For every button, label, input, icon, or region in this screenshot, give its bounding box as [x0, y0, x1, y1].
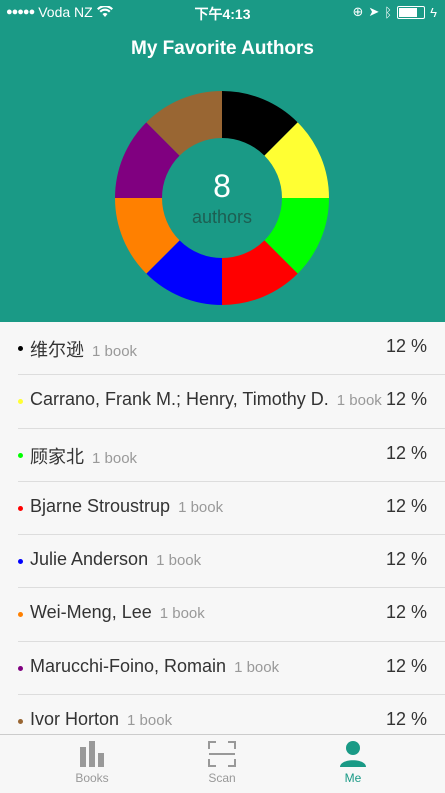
author-name: Wei-Meng, Lee [30, 602, 152, 623]
author-book-count: 1 book [178, 498, 224, 516]
author-color-dot [18, 719, 23, 725]
author-row[interactable]: Carrano, Frank M.; Henry, Timothy D. 1 bo… [18, 375, 445, 429]
author-percentage: 12 % [385, 549, 427, 570]
author-name: 维尔逊 [30, 340, 84, 360]
charging-icon: ϟ [430, 4, 437, 20]
bluetooth-icon: ᛒ [384, 4, 393, 20]
orientation-lock-icon: ⊕ [352, 4, 364, 19]
author-name: Julie Anderson [30, 549, 149, 570]
author-row[interactable]: 顾家北 1 book 12 % [18, 429, 445, 482]
location-icon: ➤ [368, 4, 380, 19]
tab-me[interactable]: Me [303, 741, 403, 785]
author-row[interactable]: Wei-Meng, Lee 1 book 12 % [18, 588, 445, 642]
author-name: Marucchi-Foino, Romain [30, 655, 227, 676]
battery-fill [399, 7, 418, 17]
battery-icon [397, 5, 426, 19]
authors-count: 8 [213, 168, 231, 204]
author-percentage: 12 % [385, 495, 427, 516]
author-color-dot [18, 505, 23, 511]
tab-books-label: Books [75, 771, 109, 785]
author-book-count: 1 book [234, 658, 280, 676]
bar-chart-icon [80, 741, 104, 767]
status-bar: ●●●●● Voda NZ 下午4:13 ⊕ ➤ ᛒ ϟ [0, 0, 445, 26]
page-title: My Favorite Authors [131, 38, 314, 59]
author-name-line: Wei-Meng, Lee 1 book [30, 602, 205, 623]
status-right: ⊕ ➤ ᛒ ϟ [352, 4, 437, 20]
author-row[interactable]: 维尔逊 1 book 12 % [18, 322, 445, 376]
tab-me-label: Me [344, 771, 362, 785]
author-book-count: 1 book [92, 343, 138, 360]
author-percentage: 12 % [385, 389, 427, 410]
author-name-line: Marucchi-Foino, Romain 1 book [30, 656, 279, 677]
authors-count-label: authors [191, 207, 253, 227]
author-percentage: 12 % [385, 655, 427, 676]
author-color-dot [18, 559, 23, 565]
author-row[interactable]: Marucchi-Foino, Romain 1 book 12 % [18, 642, 445, 696]
author-book-count: 1 book [127, 712, 173, 730]
person-icon [340, 741, 366, 767]
scan-icon [208, 741, 236, 767]
author-color-dot [18, 346, 23, 351]
author-name: Bjarne Stroustrup [30, 495, 171, 516]
author-name: 顾家北 [30, 446, 84, 467]
tab-scan-label: Scan [208, 771, 236, 785]
author-percentage: 12 % [385, 336, 427, 356]
author-row[interactable]: Bjarne Stroustrup 1 book 12 % [18, 482, 445, 536]
author-name-line: 维尔逊 1 book [30, 336, 137, 362]
tab-scan[interactable]: Scan [172, 741, 272, 785]
tab-bar: Books Scan Me [0, 734, 445, 793]
author-list: 维尔逊 1 book 12 % Carrano, Frank M.; Henry, T… [0, 322, 445, 747]
author-book-count: 1 book [92, 449, 138, 467]
author-color-dot [18, 612, 23, 618]
author-percentage: 12 % [385, 442, 427, 463]
author-name: Carrano, Frank M.; Henry, Timothy D. [30, 389, 329, 410]
author-book-count: 1 book [159, 605, 205, 623]
author-name-line: 顾家北 1 book [30, 443, 137, 469]
author-book-count: 1 book [336, 392, 382, 410]
author-color-dot [18, 665, 23, 671]
author-name-line: Ivor Horton 1 book [30, 709, 172, 730]
author-color-dot [18, 399, 23, 405]
author-color-dot [18, 452, 23, 458]
author-percentage: 12 % [385, 709, 427, 730]
author-name-line: Bjarne Stroustrup 1 book [30, 496, 223, 517]
header: ●●●●● Voda NZ 下午4:13 ⊕ ➤ ᛒ ϟ My Favorite… [0, 0, 445, 322]
author-book-count: 1 book [156, 552, 202, 570]
author-percentage: 12 % [385, 602, 427, 623]
author-name: Ivor Horton [30, 709, 120, 730]
author-name-line: Carrano, Frank M.; Henry, Timothy D. 1 bo… [30, 389, 382, 410]
author-name-line: Julie Anderson 1 book [30, 549, 201, 570]
tab-books[interactable]: Books [42, 741, 142, 785]
author-row[interactable]: Julie Anderson 1 book 12 % [18, 535, 445, 589]
